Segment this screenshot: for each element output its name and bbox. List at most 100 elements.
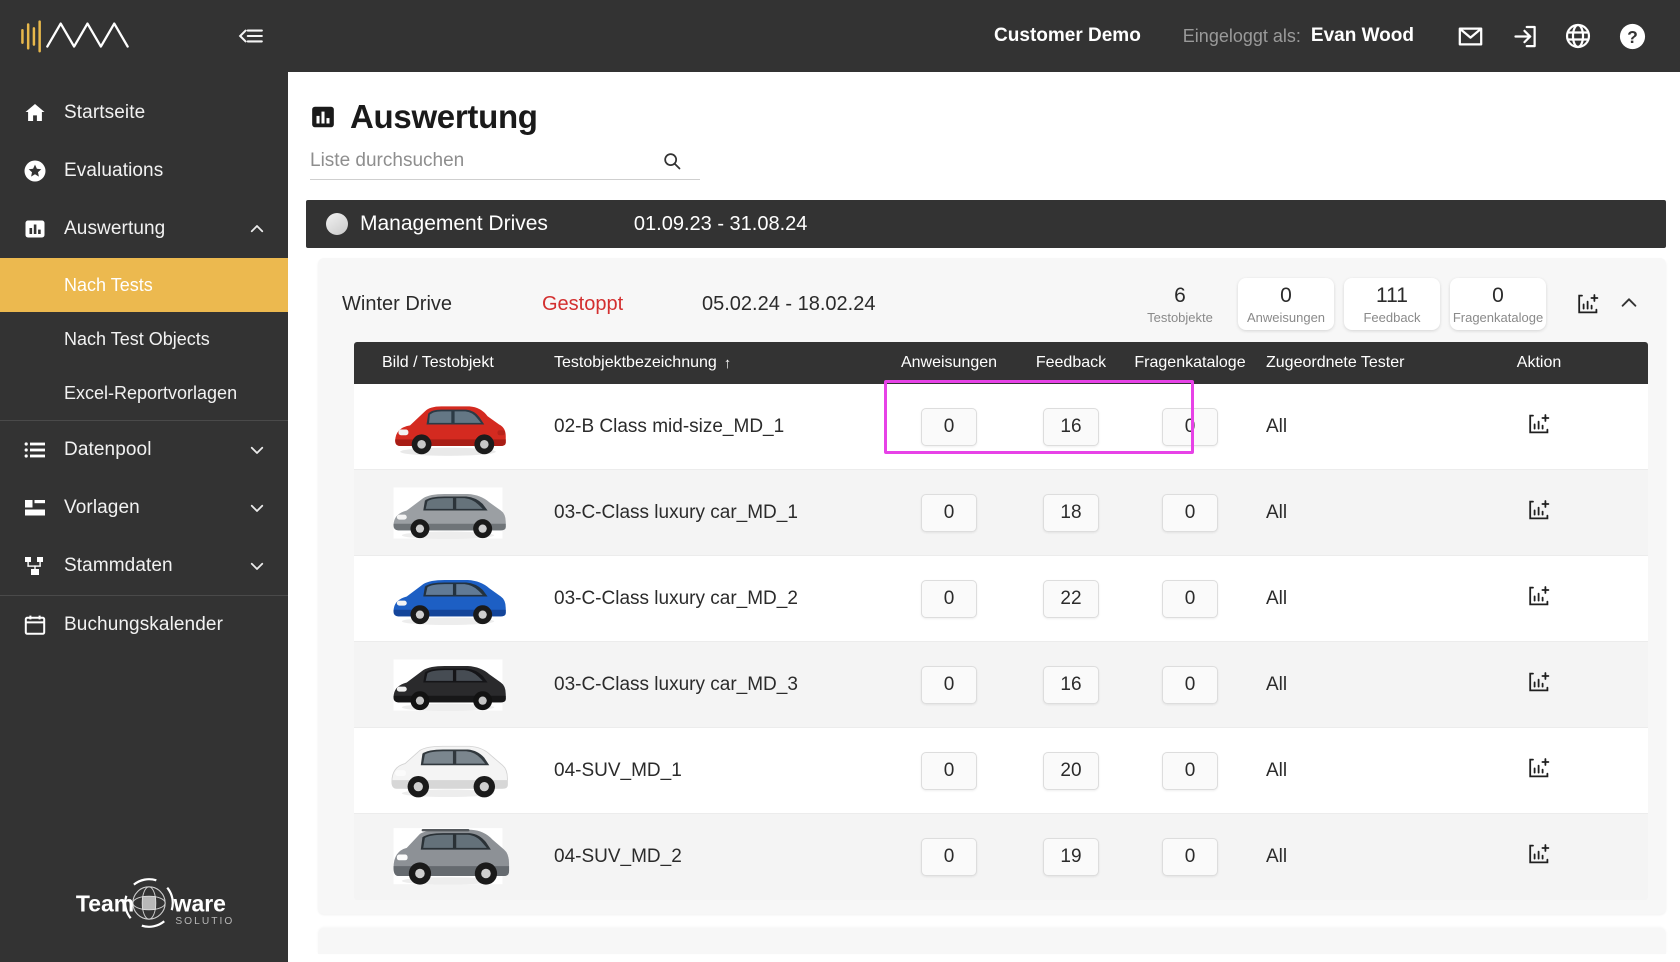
feedback-count-button[interactable]: 16 [1043, 665, 1099, 704]
testobject-thumbnail [354, 563, 554, 635]
logged-in-user: Evan Wood [1310, 25, 1414, 46]
add-report-icon[interactable] [1527, 756, 1551, 780]
stat-anweisungen[interactable]: 0 Anweisungen [1238, 278, 1334, 331]
table-header-row: Bild / Testobjekt Testobjektbezeichnung … [354, 342, 1648, 385]
sidebar-item-evaluations[interactable]: Evaluations [0, 142, 288, 200]
fragenkataloge-count-button[interactable]: 0 [1162, 407, 1218, 446]
black-sedan-car-image [393, 659, 506, 711]
teamware-logo: Team ware SOLUTIONS [64, 870, 251, 934]
fragenkataloge-count-button[interactable]: 0 [1162, 493, 1218, 532]
sidebar-item-label: Buchungskalender [64, 614, 223, 635]
feedback-count-button[interactable]: 19 [1043, 838, 1099, 877]
sidebar-item-auswertung[interactable]: Auswertung [0, 200, 288, 258]
fragenkataloge-count-button[interactable]: 0 [1162, 751, 1218, 790]
cell-fragenkataloge: 0 [1128, 407, 1252, 446]
cell-fragenkataloge: 0 [1128, 751, 1252, 790]
feedback-count-button[interactable]: 18 [1043, 493, 1099, 532]
add-report-icon[interactable] [1527, 670, 1551, 694]
calendar-icon [22, 612, 48, 638]
stat-value: 0 [1280, 284, 1292, 307]
grey-sedan-car-image [393, 487, 506, 539]
sidebar-item-excel-reportvorlagen[interactable]: Excel-Reportvorlagen [0, 366, 288, 420]
fragenkataloge-count-button[interactable]: 0 [1162, 665, 1218, 704]
column-header-zugeordnete-tester: Zugeordnete Tester [1266, 354, 1405, 372]
chevron-down-icon[interactable] [248, 557, 266, 575]
customer-name: Customer Demo [994, 25, 1141, 46]
cell-feedback: 18 [1014, 493, 1128, 532]
assigned-testers: All [1266, 587, 1288, 609]
sidebar-item-buchungskalender[interactable]: Buchungskalender [0, 596, 288, 654]
brand-logo-icon[interactable] [18, 14, 134, 58]
table-row[interactable]: 03-C-Class luxury car_MD_2 0 22 0 All [354, 556, 1648, 643]
sidebar-header [0, 0, 288, 72]
svg-text:?: ? [1627, 27, 1638, 47]
table-row[interactable]: 03-C-Class luxury car_MD_1 0 18 0 All [354, 470, 1648, 557]
next-drive-card-placeholder[interactable] [318, 928, 1666, 955]
bar-chart-icon [22, 216, 48, 242]
table-row[interactable]: 03-C-Class luxury car_MD_3 0 16 0 All [354, 642, 1648, 729]
chevron-down-icon[interactable] [248, 441, 266, 459]
stat-fragenkataloge[interactable]: 0 Fragenkataloge [1450, 278, 1546, 331]
stat-feedback[interactable]: 111 Feedback [1344, 278, 1440, 331]
sidebar-item-nach-tests[interactable]: Nach Tests [0, 258, 288, 312]
testobject-name: 04-SUV_MD_1 [554, 759, 682, 781]
anweisungen-count-button[interactable]: 0 [921, 665, 977, 704]
add-report-icon[interactable] [1576, 292, 1600, 316]
red-hatchback-car-image [395, 406, 506, 456]
anweisungen-count-button[interactable]: 0 [921, 407, 977, 446]
cell-anweisungen: 0 [884, 493, 1014, 532]
column-header-bild-testobjekt: Bild / Testobjekt [382, 354, 494, 372]
cell-aktion [1430, 842, 1648, 872]
cell-feedback: 22 [1014, 579, 1128, 618]
table-row[interactable]: 02-B Class mid-size_MD_1 0 16 0 All [354, 379, 1648, 471]
chevron-up-icon[interactable] [1618, 292, 1642, 316]
sidebar-item-startseite[interactable]: Startseite [0, 84, 288, 142]
add-report-icon[interactable] [1527, 842, 1551, 866]
main-area: Customer Demo Eingeloggt als: Evan Wood [288, 0, 1680, 962]
anweisungen-count-button[interactable]: 0 [921, 751, 977, 790]
column-header-testobjektbezeichnung[interactable]: Testobjektbezeichnung ↑ [554, 354, 884, 372]
home-icon [22, 100, 48, 126]
feedback-count-button[interactable]: 20 [1043, 751, 1099, 790]
testobject-name: 04-SUV_MD_2 [554, 846, 682, 868]
sidebar-item-nach-test-objects[interactable]: Nach Test Objects [0, 312, 288, 366]
drive-card-winter-drive: Winter Drive Gestoppt 05.02.24 - 18.02.2… [318, 258, 1666, 915]
anweisungen-count-button[interactable]: 0 [921, 838, 977, 877]
sidebar-item-stammdaten[interactable]: Stammdaten [0, 537, 288, 595]
fragenkataloge-count-button[interactable]: 0 [1162, 838, 1218, 877]
table-row[interactable]: 04-SUV_MD_2 0 19 0 All [354, 814, 1648, 901]
drive-header: Winter Drive Gestoppt 05.02.24 - 18.02.2… [318, 268, 1666, 342]
sidebar-item-datenpool[interactable]: Datenpool [0, 421, 288, 479]
cell-feedback: 16 [1014, 665, 1128, 704]
group-name: Management Drives [360, 212, 548, 235]
collapse-sidebar-icon[interactable] [238, 23, 264, 49]
sidebar-item-label: Datenpool [64, 439, 152, 460]
add-report-icon[interactable] [1527, 584, 1551, 608]
sidebar-item-label: Vorlagen [64, 497, 140, 518]
group-row-management-drives[interactable]: Management Drives 01.09.23 - 31.08.24 [306, 200, 1666, 248]
stat-value: 111 [1376, 284, 1408, 307]
feedback-count-button[interactable]: 16 [1043, 407, 1099, 446]
cell-fragenkataloge: 0 [1128, 493, 1252, 532]
anweisungen-count-button[interactable]: 0 [921, 579, 977, 618]
search-icon[interactable] [662, 151, 682, 171]
globe-icon[interactable] [1554, 12, 1602, 60]
sidebar-item-vorlagen[interactable]: Vorlagen [0, 479, 288, 537]
stat-testobjekte: 6 Testobjekte [1132, 278, 1228, 330]
logout-icon[interactable] [1500, 12, 1548, 60]
feedback-count-button[interactable]: 22 [1043, 579, 1099, 618]
anweisungen-count-button[interactable]: 0 [921, 493, 977, 532]
add-report-icon[interactable] [1527, 412, 1551, 436]
help-icon[interactable]: ? [1608, 12, 1656, 60]
mail-icon[interactable] [1446, 12, 1494, 60]
testobject-thumbnail [354, 391, 554, 463]
fragenkataloge-count-button[interactable]: 0 [1162, 579, 1218, 618]
app-root: Startseite Evaluations Auswertung Nach T… [0, 0, 1680, 962]
add-report-icon[interactable] [1527, 498, 1551, 522]
search-input[interactable] [310, 150, 650, 172]
sidebar-footer: Team ware SOLUTIONS [0, 870, 288, 962]
table-row[interactable]: 04-SUV_MD_1 0 20 0 All [354, 728, 1648, 815]
chevron-up-icon[interactable] [248, 220, 266, 238]
chevron-down-icon[interactable] [248, 499, 266, 517]
column-header-aktion: Aktion [1516, 354, 1562, 372]
